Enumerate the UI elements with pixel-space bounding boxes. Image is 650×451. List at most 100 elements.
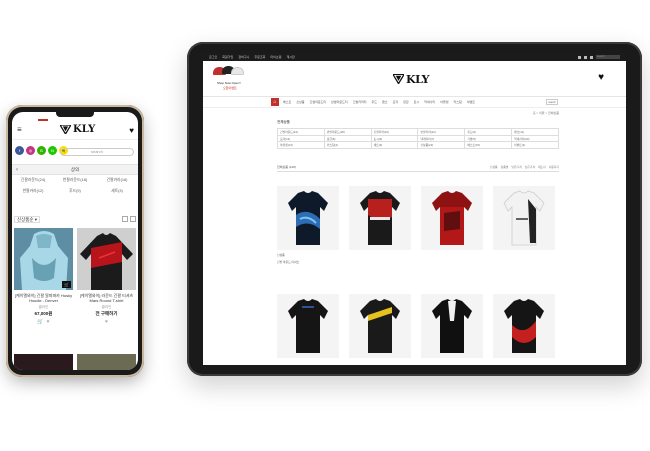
product-image[interactable] <box>14 354 73 370</box>
hamburger-menu-icon[interactable]: ≡ <box>17 126 22 134</box>
sort-option[interactable]: 신상품 <box>490 165 498 169</box>
product-image[interactable] <box>277 185 339 250</box>
nav-item[interactable]: 신상품 <box>296 100 304 104</box>
product-card[interactable] <box>349 293 411 358</box>
subcategory-item[interactable]: 긴팔라운드(24) <box>12 178 54 183</box>
tablet-logo[interactable]: KLY <box>393 70 429 88</box>
topbar-link[interactable]: 장바구니 <box>238 55 249 59</box>
product-image[interactable] <box>349 185 411 250</box>
category-cell[interactable]: 신상품(22) <box>418 142 466 149</box>
product-card[interactable]: 🛒 [케이엘와이] 긴팔 알파파카 Husky Hoodie - Denver … <box>14 228 73 325</box>
section-title-bar: ‹ 상의 <box>12 164 138 175</box>
instagram-icon[interactable]: ◎ <box>26 146 35 155</box>
instagram-icon[interactable] <box>584 55 587 59</box>
product-image[interactable] <box>77 228 136 290</box>
blog-icon[interactable]: B <box>37 146 46 155</box>
product-card[interactable]: 신상품 긴팔 라운드 티셔츠 <box>277 185 339 264</box>
nav-item[interactable]: 팬츠 <box>382 100 388 104</box>
sort-option[interactable]: 높은가격 <box>525 165 535 169</box>
product-image[interactable] <box>77 354 136 370</box>
product-image[interactable]: 🛒 <box>14 228 73 290</box>
nav-item[interactable]: 긴팔라운드티 <box>310 100 327 104</box>
nav-item[interactable]: 토시 <box>414 100 420 104</box>
category-cell[interactable]: 커스텀(4) <box>324 142 372 149</box>
nav-item[interactable]: 악세사리 <box>424 100 435 104</box>
nav-item[interactable]: 모자 <box>393 100 399 104</box>
grid-view-icon[interactable] <box>122 216 128 222</box>
sort-dropdown[interactable]: 신상품순 ▾ <box>14 215 41 223</box>
product-title: 신상품 <box>277 252 285 257</box>
tablet-header: Shop Now Open!! 오픈이벤트 KLY ♥ <box>203 61 626 97</box>
topbar-link[interactable]: 게시판 <box>286 55 294 59</box>
sort-option[interactable]: 사용후기 <box>549 165 559 169</box>
nav-item[interactable]: 장갑 <box>403 100 409 104</box>
nav-item[interactable]: 아울렛 <box>440 100 448 104</box>
category-cell[interactable]: 베스트(15) <box>465 142 513 149</box>
subcategory-item[interactable]: 후드(9) <box>54 189 96 194</box>
product-image[interactable] <box>421 185 483 250</box>
category-grid: 긴팔라운드(24) 반팔라운드(18) 긴팔카라(16) 반팔카라(12) 후드… <box>277 128 559 149</box>
nav-item[interactable]: 후드 <box>372 100 378 104</box>
sort-option[interactable]: 제조사 <box>538 165 546 169</box>
blog-icon[interactable] <box>590 55 593 59</box>
product-image[interactable] <box>493 293 555 358</box>
subcategory-item[interactable]: 반팔라운드(18) <box>54 178 96 183</box>
jersey-image <box>432 298 472 353</box>
nav-item[interactable]: 반팔라운드티 <box>331 100 348 104</box>
product-image[interactable] <box>421 293 483 358</box>
cart-icon[interactable]: 🛒 <box>37 319 43 325</box>
topbar-link[interactable]: 로그인 <box>209 55 217 59</box>
heart-icon[interactable]: ♥ <box>105 319 108 325</box>
tablet-top-bar: 로그인 회원가입 장바구니 주문조회 마이쇼핑 게시판 search <box>203 53 626 61</box>
logo-mark-icon <box>60 125 71 134</box>
nav-item[interactable]: 긴팔카라티 <box>353 100 367 104</box>
category-cell[interactable]: 아울렛(13) <box>278 142 325 149</box>
wishlist-heart-icon[interactable]: ♥ <box>129 127 134 135</box>
topbar-link[interactable]: 회원가입 <box>222 55 233 59</box>
product-card[interactable]: [케이엘와이] 라운드 긴팔 티셔츠 Mars Round T-shirt 클라… <box>77 228 136 325</box>
product-card[interactable] <box>349 185 411 253</box>
subcategory-item[interactable]: 긴팔카라(16) <box>96 178 138 183</box>
subcategory-item[interactable]: 세트(3) <box>96 189 138 194</box>
product-image[interactable] <box>493 185 555 250</box>
facebook-icon[interactable]: f <box>15 146 24 155</box>
product-price: 전 구매하기 <box>95 311 118 316</box>
category-cell[interactable]: 세트(3) <box>371 142 419 149</box>
phone-logo[interactable]: KLY <box>60 124 95 135</box>
logo-text: KLY <box>406 72 429 86</box>
nav-search-button[interactable]: search <box>546 99 558 105</box>
product-card[interactable] <box>493 293 555 358</box>
product-card[interactable] <box>421 293 483 358</box>
subcategory-item[interactable]: 반팔카라(12) <box>12 189 54 194</box>
sort-option[interactable]: 낮은가격 <box>511 165 521 169</box>
product-name[interactable]: [케이엘와이] 긴팔 알파파카 Husky Hoodie - Denver <box>14 293 73 303</box>
promo-line2: 오픈이벤트 <box>223 86 237 90</box>
topbar-link[interactable]: 주문조회 <box>254 55 265 59</box>
phone-notch <box>56 112 94 117</box>
nav-item[interactable]: 이벤트 <box>467 100 475 104</box>
facebook-icon[interactable] <box>578 55 581 59</box>
category-cell[interactable]: 이벤트(2) <box>512 142 559 149</box>
tablet-device: 로그인 회원가입 장바구니 주문조회 마이쇼핑 게시판 search Shop … <box>187 42 642 376</box>
topbar-link[interactable]: 마이쇼핑 <box>270 55 281 59</box>
product-name[interactable]: [케이엘와이] 라운드 긴팔 티셔츠 Mars Round T-shirt <box>77 293 136 303</box>
nav-item[interactable]: 커스텀 <box>453 100 461 104</box>
product-image[interactable] <box>277 293 339 358</box>
naver-icon[interactable]: N <box>48 146 57 155</box>
list-view-icon[interactable] <box>130 216 136 222</box>
heart-icon[interactable]: ♥ <box>47 319 50 325</box>
cart-icon[interactable]: 🛒 <box>62 281 71 288</box>
home-icon[interactable]: ⌂ <box>271 98 279 106</box>
subcategory-list: 긴팔라운드(24) 반팔라운드(18) 긴팔카라(16) 반팔카라(12) 후드… <box>12 178 138 194</box>
search-input[interactable]: search <box>60 148 134 156</box>
back-arrow-icon[interactable]: ‹ <box>16 165 18 175</box>
topbar-search-input[interactable]: search <box>596 55 620 59</box>
promo-banner[interactable]: Shop Now Open!! 오픈이벤트 <box>211 64 245 94</box>
product-image[interactable] <box>349 293 411 358</box>
product-card[interactable] <box>421 185 483 253</box>
nav-item[interactable]: 베스트 <box>283 100 291 104</box>
product-card[interactable] <box>277 293 339 358</box>
sort-option[interactable]: 상품명 <box>501 165 509 169</box>
wishlist-heart-icon[interactable]: ♥ <box>598 73 604 83</box>
product-card[interactable] <box>493 185 555 253</box>
